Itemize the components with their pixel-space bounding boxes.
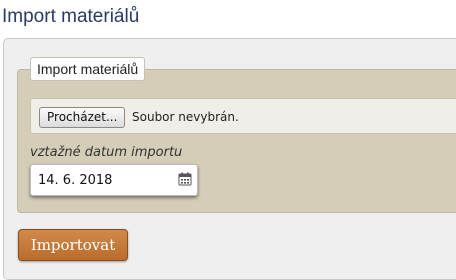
import-button[interactable]: Importovat (18, 229, 128, 261)
import-date-value: 14. 6. 2018 (38, 173, 113, 188)
import-date-label: vztažné datum importu (30, 145, 183, 160)
calendar-icon[interactable] (178, 172, 192, 186)
page-title: Import materiálů (2, 6, 140, 27)
file-upload-row: Procházet... Soubor nevybrán. (30, 98, 456, 134)
file-status-text: Soubor nevybrán. (132, 110, 239, 124)
import-date-input[interactable]: 14. 6. 2018 (30, 164, 198, 196)
browse-button[interactable]: Procházet... (39, 107, 126, 128)
fieldset-legend: Import materiálů (30, 57, 146, 81)
